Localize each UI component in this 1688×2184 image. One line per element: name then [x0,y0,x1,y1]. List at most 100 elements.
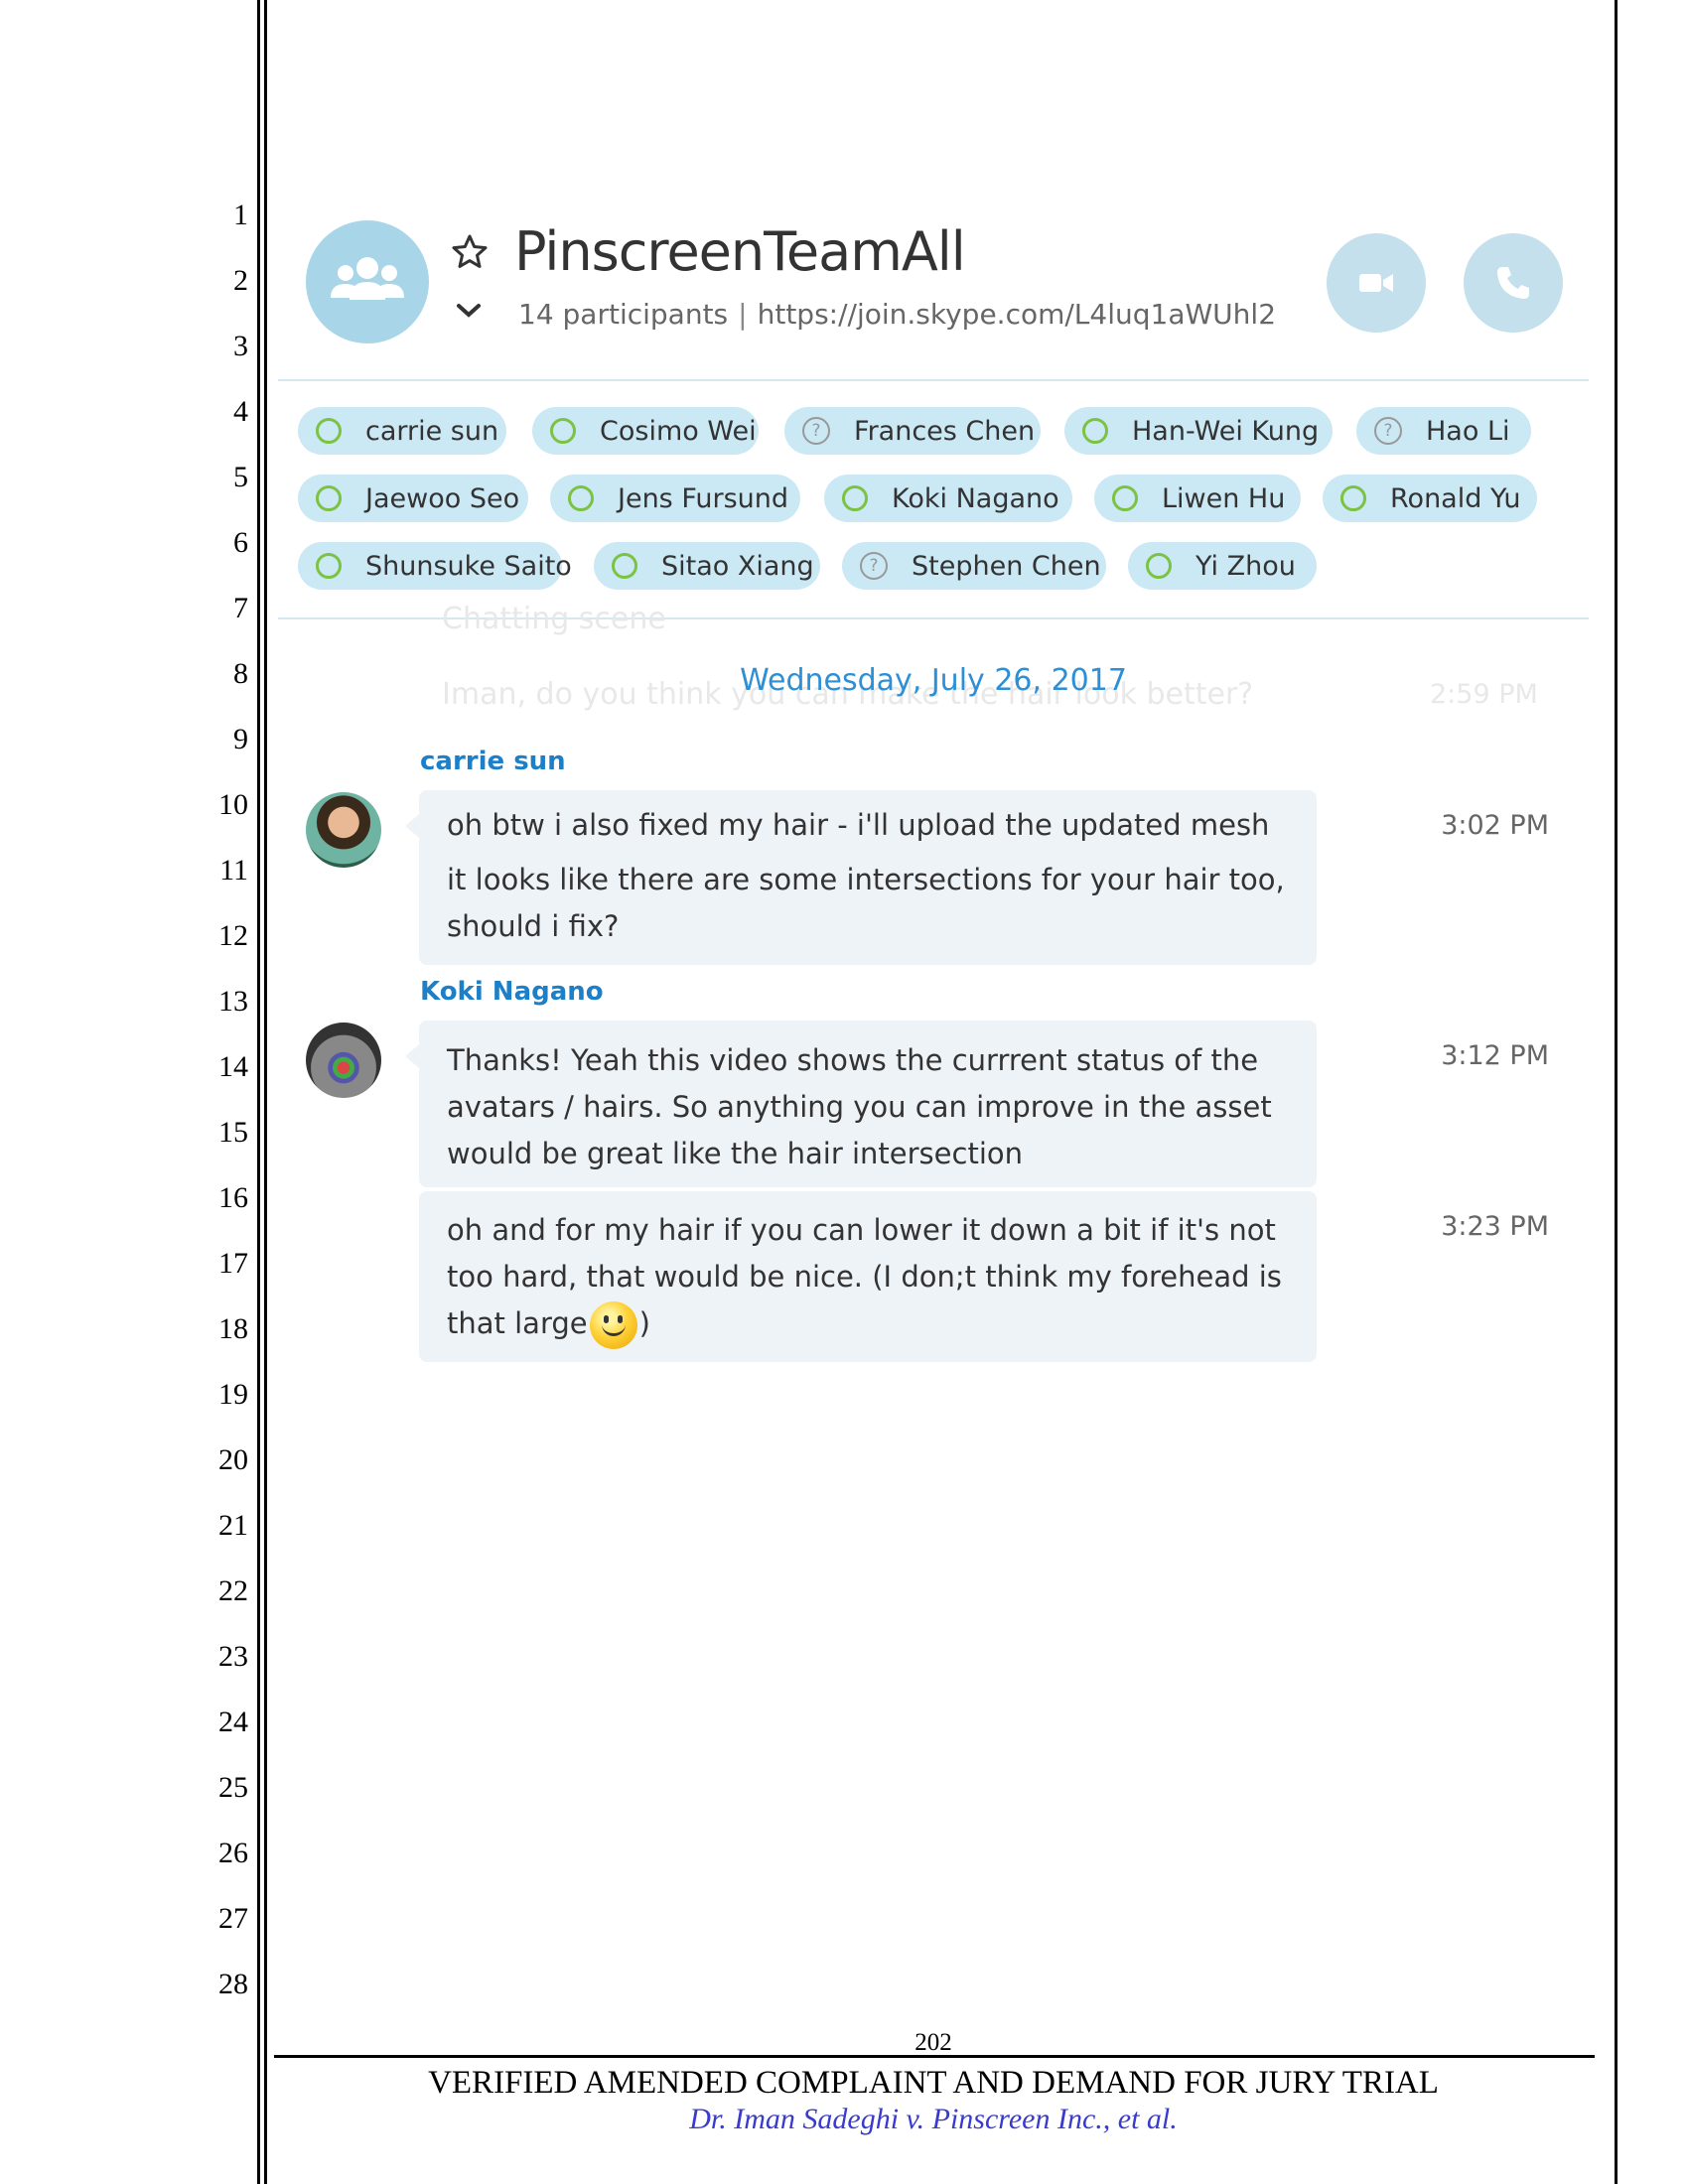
online-status-icon [1082,418,1108,444]
message-text: too hard, that would be nice. (I don;t t… [447,1260,1282,1294]
participant-name: Cosimo Wei [600,415,757,447]
message-text: would be great like the hair intersectio… [447,1137,1023,1170]
unknown-status-icon: ? [860,552,888,580]
line-number: 5 [233,461,248,493]
message-bubble[interactable]: oh and for my hair if you can lower it d… [419,1191,1317,1362]
line-number: 3 [233,330,248,362]
participant-chip[interactable]: ? Stephen Chen [842,542,1106,590]
subtitle-separator: | [738,298,748,331]
message-text: it looks like there are some intersectio… [447,863,1285,896]
line-number: 19 [218,1378,248,1411]
footer-rule [274,2055,1595,2058]
participant-name: Han-Wei Kung [1132,415,1320,447]
avatar[interactable] [306,1023,381,1098]
avatar[interactable] [306,792,381,868]
line-number: 22 [218,1574,248,1607]
star-icon[interactable] [450,232,490,272]
message-text-line: that large) [447,1300,1289,1349]
group-avatar[interactable] [306,220,429,343]
participant-chip[interactable]: Jaewoo Seo [298,475,528,522]
video-call-button[interactable] [1327,233,1426,333]
participant-chip[interactable]: ? Frances Chen [784,407,1041,455]
online-status-icon [568,485,594,511]
participant-chip[interactable]: Sitao Xiang [594,542,820,590]
date-separator: Wednesday, July 26, 2017 [740,663,1127,698]
line-number: 24 [218,1706,248,1738]
participant-name: Hao Li [1426,415,1510,447]
unknown-status-icon: ? [1374,417,1402,445]
participant-name: Shunsuke Saito [365,550,572,582]
message-time: 3:23 PM [1441,1211,1549,1242]
participant-chip[interactable]: ? Hao Li [1356,407,1531,455]
message-sender[interactable]: carrie sun [420,747,566,776]
online-status-icon [316,418,342,444]
header-divider [278,379,1589,381]
participant-chip[interactable]: Ronald Yu [1323,475,1537,522]
line-number: 7 [233,592,248,624]
video-camera-icon [1359,274,1393,292]
faded-message-heading: Chatting scene [442,602,666,636]
participant-chip[interactable]: Jens Fursund [550,475,800,522]
message-time: 3:02 PM [1441,810,1549,841]
line-number: 10 [218,788,248,821]
participant-chip[interactable]: carrie sun [298,407,506,455]
online-status-icon [1146,553,1172,579]
case-caption: Dr. Iman Sadeghi v. Pinscreen Inc., et a… [689,2103,1178,2135]
message-text: should i fix? [447,909,620,943]
participant-name: Yi Zhou [1196,550,1296,582]
line-number: 2 [233,264,248,297]
message-text: avatars / hairs. So anything you can imp… [447,1090,1272,1124]
left-margin-line [257,0,260,2184]
line-number: 11 [219,854,248,887]
audio-call-button[interactable] [1464,233,1563,333]
document-title: VERIFIED AMENDED COMPLAINT AND DEMAND FO… [428,2065,1439,2101]
message-text: ) [638,1306,650,1340]
smiley-emoji-icon [589,1301,637,1349]
line-number: 23 [218,1640,248,1673]
online-status-icon [1340,485,1366,511]
phone-icon [1497,267,1529,299]
message-bubble[interactable]: oh btw i also fixed my hair - i'll uploa… [405,790,1317,965]
conversation-subtitle: 14 participants | https://join.skype.com/L… [518,298,1276,331]
message-text: Thanks! Yeah this video shows the currre… [447,1043,1259,1077]
participant-name: Sitao Xiang [661,550,814,582]
line-number: 1 [233,199,248,231]
line-number: 27 [218,1902,248,1935]
participant-chip[interactable]: Shunsuke Saito [298,542,572,590]
chevron-down-icon[interactable] [455,301,483,321]
message-bubble[interactable]: Thanks! Yeah this video shows the currre… [405,1021,1317,1187]
line-number: 14 [218,1050,248,1083]
participant-name: Koki Nagano [892,482,1059,514]
participant-chip[interactable]: Han-Wei Kung [1064,407,1333,455]
line-number: 6 [233,526,248,559]
message-sender[interactable]: Koki Nagano [420,977,604,1007]
online-status-icon [1112,485,1138,511]
left-margin-line-inner [264,0,267,2184]
line-number: 15 [218,1116,248,1149]
participant-chip[interactable]: Cosimo Wei [532,407,759,455]
participants-count[interactable]: 14 participants [518,298,728,331]
line-number: 20 [218,1443,248,1476]
participant-chip[interactable]: Liwen Hu [1094,475,1301,522]
unknown-status-icon: ? [802,417,830,445]
online-status-icon [612,553,637,579]
participant-chip[interactable]: Yi Zhou [1128,542,1317,590]
participant-name: Ronald Yu [1390,482,1521,514]
line-number: 21 [218,1509,248,1542]
message-time: 3:12 PM [1441,1040,1549,1071]
online-status-icon [316,553,342,579]
line-number: 26 [218,1837,248,1869]
participant-name: carrie sun [365,415,499,447]
line-number: 9 [233,723,248,755]
participant-name: Liwen Hu [1162,482,1286,514]
join-link[interactable]: https://join.skype.com/L4luq1aWUhl2 [758,298,1276,331]
line-number: 28 [218,1968,248,2000]
page-number: 202 [914,2029,952,2056]
line-number: 12 [218,919,248,952]
message-text: oh btw i also fixed my hair - i'll uploa… [447,808,1270,842]
line-number: 16 [218,1181,248,1214]
conversation-title: PinscreenTeamAll [514,220,966,283]
group-people-icon [331,257,404,300]
participant-chip[interactable]: Koki Nagano [824,475,1072,522]
line-number: 13 [218,985,248,1018]
